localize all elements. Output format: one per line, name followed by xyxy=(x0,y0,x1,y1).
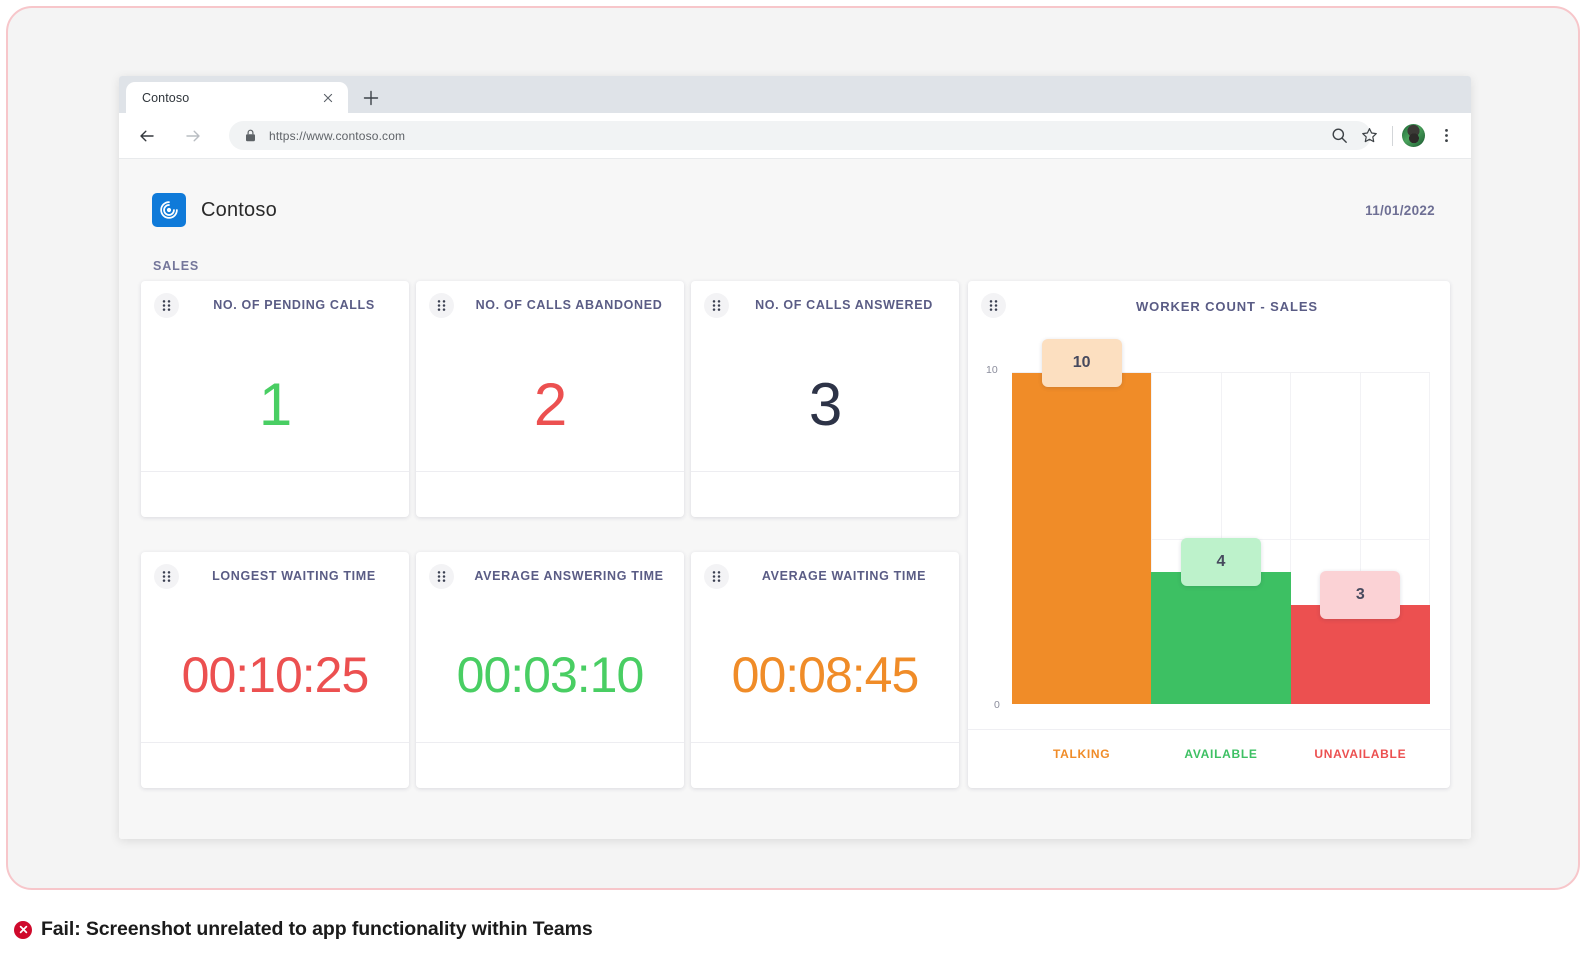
card-divider xyxy=(141,471,409,472)
browser-tab-contoso[interactable]: Contoso xyxy=(126,82,348,113)
card-value: 1 xyxy=(259,370,291,439)
card-title: LONGEST WAITING TIME xyxy=(189,569,399,583)
dashboard: Contoso 11/01/2022 SALES xyxy=(119,159,1471,839)
card-value: 00:08:45 xyxy=(732,646,919,704)
section-label-sales: SALES xyxy=(153,259,199,273)
bar-label-available: 4 xyxy=(1181,538,1261,586)
card-value-wrap: 00:08:45 xyxy=(691,608,959,742)
legend-item-unavailable[interactable]: UNAVAILABLE xyxy=(1291,747,1430,761)
chart-legend: TALKING AVAILABLE UNAVAILABLE xyxy=(1012,730,1430,778)
kpi-card[interactable]: NO. OF CALLS ABANDONED 2 xyxy=(416,281,684,517)
dashboard-grid: NO. OF PENDING CALLS 1 xyxy=(141,281,1449,829)
chart-bars: 10 4 3 xyxy=(1012,373,1430,704)
card-divider xyxy=(416,471,684,472)
card-title: AVERAGE ANSWERING TIME xyxy=(464,569,674,583)
new-tab-button[interactable] xyxy=(359,86,383,110)
chart-plot-area: 10 4 3 xyxy=(1012,372,1430,704)
kpi-card[interactable]: AVERAGE WAITING TIME 00:08:45 xyxy=(691,552,959,788)
chart-plot: 10 0 xyxy=(968,339,1436,729)
forward-arrow-icon[interactable] xyxy=(179,122,207,150)
card-title: NO. OF CALLS ABANDONED xyxy=(464,298,674,312)
browser-toolbar: https://www.contoso.com xyxy=(119,113,1471,158)
toolbar-divider xyxy=(1392,126,1393,146)
bar-label-talking: 10 xyxy=(1042,339,1122,387)
card-value-wrap: 2 xyxy=(416,337,684,471)
card-title: AVERAGE WAITING TIME xyxy=(739,569,949,583)
card-divider xyxy=(141,742,409,743)
card-divider xyxy=(691,471,959,472)
avatar[interactable] xyxy=(1402,124,1425,147)
card-header: NO. OF CALLS ABANDONED xyxy=(416,281,684,337)
dashboard-date: 11/01/2022 xyxy=(1365,203,1435,218)
brand-name: Contoso xyxy=(201,199,277,222)
drag-handle-icon[interactable] xyxy=(429,564,454,589)
card-value-wrap: 1 xyxy=(141,337,409,471)
card-value: 3 xyxy=(809,370,841,439)
bar-unavailable[interactable] xyxy=(1291,605,1430,704)
bar-available[interactable] xyxy=(1151,572,1290,704)
browser-window: Contoso xyxy=(119,76,1471,839)
drag-handle-icon[interactable] xyxy=(704,293,729,318)
card-header: NO. OF PENDING CALLS xyxy=(141,281,409,337)
kpi-card[interactable]: NO. OF PENDING CALLS 1 xyxy=(141,281,409,517)
star-icon[interactable] xyxy=(1356,123,1382,149)
chart-title: WORKER COUNT - SALES xyxy=(1018,299,1436,314)
caption: Fail: Screenshot unrelated to app functi… xyxy=(14,918,593,941)
search-icon[interactable] xyxy=(1326,123,1352,149)
fail-circle-x-icon xyxy=(14,921,32,939)
drag-handle-icon[interactable] xyxy=(704,564,729,589)
card-value: 00:10:25 xyxy=(182,646,369,704)
example-frame: Contoso xyxy=(6,6,1580,890)
card-divider xyxy=(691,742,959,743)
kpi-card[interactable]: NO. OF CALLS ANSWERED 3 xyxy=(691,281,959,517)
drag-handle-icon[interactable] xyxy=(429,293,454,318)
caption-text: Fail: Screenshot unrelated to app functi… xyxy=(41,918,593,941)
chart-header: WORKER COUNT - SALES xyxy=(968,281,1450,339)
bar-column[interactable]: 4 xyxy=(1151,373,1290,704)
dashboard-header: Contoso 11/01/2022 xyxy=(152,193,1435,227)
close-icon[interactable] xyxy=(321,91,335,105)
card-header: AVERAGE ANSWERING TIME xyxy=(416,552,684,608)
legend-item-talking[interactable]: TALKING xyxy=(1012,747,1151,761)
card-header: NO. OF CALLS ANSWERED xyxy=(691,281,959,337)
card-title: NO. OF CALLS ANSWERED xyxy=(739,298,949,312)
drag-handle-icon[interactable] xyxy=(154,293,179,318)
contoso-logo-icon xyxy=(152,193,186,227)
toolbar-right-group xyxy=(1322,113,1461,158)
card-value: 00:03:10 xyxy=(457,646,644,704)
card-header: LONGEST WAITING TIME xyxy=(141,552,409,608)
kpi-card[interactable]: LONGEST WAITING TIME 00:10:25 xyxy=(141,552,409,788)
address-bar[interactable]: https://www.contoso.com xyxy=(229,121,1371,150)
worker-count-chart-panel[interactable]: WORKER COUNT - SALES 10 0 xyxy=(968,281,1450,788)
bar-label-unavailable: 3 xyxy=(1320,571,1400,619)
bar-talking[interactable] xyxy=(1012,373,1151,704)
lock-icon xyxy=(245,129,256,142)
card-value-wrap: 00:10:25 xyxy=(141,608,409,742)
drag-handle-icon[interactable] xyxy=(154,564,179,589)
kebab-menu-icon[interactable] xyxy=(1433,123,1459,149)
browser-tab-strip: Contoso xyxy=(119,76,1471,113)
bar-column[interactable]: 10 xyxy=(1012,373,1151,704)
card-value-wrap: 00:03:10 xyxy=(416,608,684,742)
card-value-wrap: 3 xyxy=(691,337,959,471)
back-arrow-icon[interactable] xyxy=(133,122,161,150)
y-tick-top: 10 xyxy=(986,364,998,376)
drag-handle-icon[interactable] xyxy=(981,293,1006,318)
card-title: NO. OF PENDING CALLS xyxy=(189,298,399,312)
legend-item-available[interactable]: AVAILABLE xyxy=(1151,747,1290,761)
kpi-card[interactable]: AVERAGE ANSWERING TIME 00:03:10 xyxy=(416,552,684,788)
card-divider xyxy=(416,742,684,743)
card-header: AVERAGE WAITING TIME xyxy=(691,552,959,608)
url-text: https://www.contoso.com xyxy=(269,129,405,143)
tab-title: Contoso xyxy=(142,91,189,105)
card-value: 2 xyxy=(534,370,566,439)
y-tick-bottom: 0 xyxy=(994,699,1000,711)
bar-column[interactable]: 3 xyxy=(1291,373,1430,704)
